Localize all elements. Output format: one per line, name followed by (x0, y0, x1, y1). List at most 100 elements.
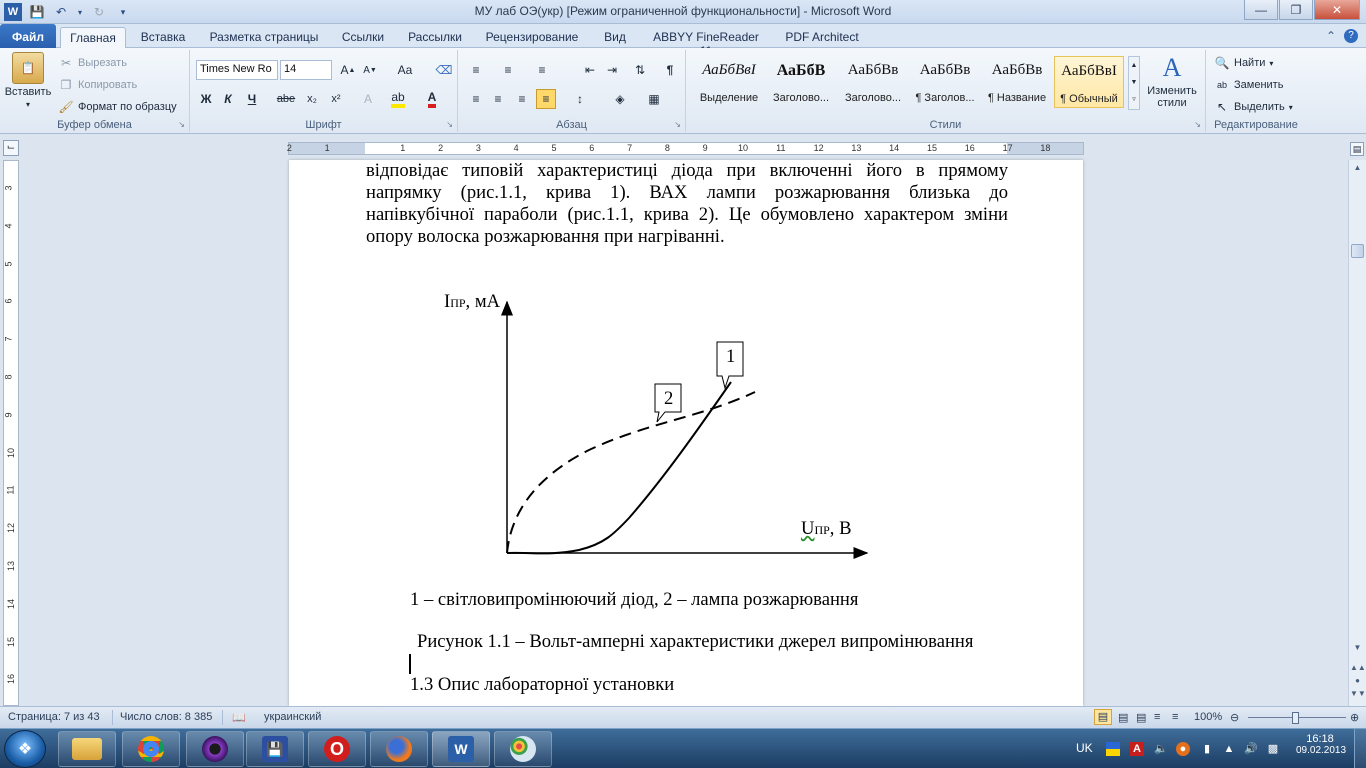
web-layout-icon[interactable]: ▤ (1136, 711, 1146, 724)
show-desktop-button[interactable] (1354, 729, 1366, 768)
word-count[interactable]: Число слов: 8 385 (120, 711, 212, 723)
help-icon[interactable]: ? (1344, 29, 1358, 43)
tab-references[interactable]: Ссылки (334, 27, 392, 48)
vertical-scrollbar[interactable]: ▲ ▼ ▲▲ ● ▼▼ (1348, 160, 1366, 706)
align-left-icon[interactable]: ≡ (466, 89, 486, 109)
cut-button[interactable]: ✂ Вырезать (58, 55, 127, 71)
find-button[interactable]: 🔍 Найти ▾ (1214, 55, 1274, 71)
underline-button[interactable]: Ч (242, 89, 262, 109)
start-button-icon[interactable]: ❖ (4, 730, 46, 768)
wifi-icon[interactable]: ▩ (1266, 742, 1280, 756)
tab-view[interactable]: Вид (596, 27, 634, 48)
speaker-icon[interactable]: 🔊 (1244, 742, 1258, 756)
page-count[interactable]: Страница: 7 из 43 (8, 711, 100, 723)
subscript-button[interactable]: x₂ (302, 89, 322, 109)
align-center-icon[interactable]: ≡ (488, 89, 508, 109)
scroll-down-icon[interactable]: ▼ (1350, 640, 1365, 656)
show-formatting-marks-icon[interactable]: ¶ (660, 60, 680, 80)
signal-icon[interactable]: ▲ (1222, 742, 1236, 756)
shrink-font-icon[interactable]: A ▼ (360, 60, 380, 80)
language-indicator[interactable]: UK (1076, 741, 1093, 755)
shading-icon[interactable]: ◈ (610, 89, 630, 109)
decrease-indent-icon[interactable]: ⇤ (580, 60, 600, 80)
print-layout-icon[interactable]: ▤ (1094, 709, 1112, 725)
battery-icon[interactable]: ▮ (1200, 742, 1214, 756)
scroll-thumb[interactable] (1351, 244, 1364, 258)
tab-review[interactable]: Рецензирование (480, 27, 584, 48)
horizontal-ruler[interactable]: 2 1 1 2 3 4 5 6 7 8 9 10 11 12 13 14 15 16 17 18 (287, 142, 1084, 155)
style-heading-2[interactable]: АаБбВв Заголово... (838, 56, 908, 108)
replace-button[interactable]: ab Заменить (1214, 77, 1283, 93)
minimize-ribbon-icon[interactable]: ⌃ (1326, 29, 1336, 43)
format-painter-button[interactable]: 🖌 Формат по образцу (58, 99, 176, 115)
style-heading-1[interactable]: АаБбВ Заголово... (766, 56, 836, 108)
styles-scroll[interactable]: ▲ ▼ ▿ (1128, 56, 1140, 110)
zoom-out-icon[interactable]: ⊖ (1230, 711, 1239, 724)
style-normal[interactable]: АаБбВвІ ¶ Обычный (1054, 56, 1124, 108)
font-launcher-icon[interactable]: ↘ (446, 120, 453, 129)
font-name-input[interactable]: Times New Ro (196, 60, 278, 80)
style-title[interactable]: АаБбВв ¶ Название (982, 56, 1052, 108)
save-app-taskbar-button[interactable]: 💾 (246, 731, 304, 767)
next-page-icon[interactable]: ▼▼ (1350, 686, 1366, 702)
scroll-up-icon[interactable]: ▲ (1350, 160, 1365, 176)
styles-launcher-icon[interactable]: ↘ (1194, 120, 1201, 129)
zoom-slider-thumb[interactable] (1292, 712, 1299, 724)
view-ruler-icon[interactable]: ▤ (1350, 142, 1364, 156)
tab-selector-icon[interactable]: ⌙ (3, 140, 19, 156)
volume-icon[interactable]: 🔈 (1154, 742, 1168, 756)
align-right-icon[interactable]: ≡ (512, 89, 532, 109)
grow-font-icon[interactable]: A ▲ (338, 60, 358, 80)
paste-button[interactable]: 📋 Вставить ▾ (5, 52, 51, 109)
line-spacing-icon[interactable]: ↕ (570, 89, 590, 109)
full-screen-reading-icon[interactable]: ▤ (1118, 711, 1128, 724)
superscript-button[interactable]: x² (326, 89, 346, 109)
change-styles-button[interactable]: A Изменить стили (1144, 52, 1200, 109)
select-button[interactable]: ↖ Выделить ▾ (1214, 99, 1293, 115)
adobe-icon[interactable]: A (1130, 742, 1144, 756)
multilevel-list-icon[interactable]: ≡ (532, 60, 552, 80)
bullets-icon[interactable]: ≡ (466, 60, 486, 80)
borders-icon[interactable]: ▦ (644, 89, 664, 109)
minimize-icon[interactable]: — (1244, 0, 1278, 20)
increase-indent-icon[interactable]: ⇥ (602, 60, 622, 80)
media-player-taskbar-button[interactable] (186, 731, 244, 767)
restore-icon[interactable]: ❐ (1279, 0, 1313, 20)
tab-home[interactable]: Главная (60, 27, 126, 48)
language[interactable]: украинский (264, 711, 321, 723)
app-tray-icon[interactable]: ● (1176, 742, 1190, 756)
highlight-icon[interactable]: ab (388, 89, 408, 109)
clipboard-launcher-icon[interactable]: ↘ (178, 120, 185, 129)
bold-button[interactable]: Ж (196, 89, 216, 109)
draft-icon[interactable]: ≡ (1172, 711, 1178, 723)
style-heading-3[interactable]: АаБбВв ¶ Заголов... (910, 56, 980, 108)
explorer-taskbar-button[interactable] (58, 731, 116, 767)
chrome-taskbar-button[interactable] (122, 731, 180, 767)
outline-icon[interactable]: ≡ (1154, 711, 1160, 723)
paragraph-launcher-icon[interactable]: ↘ (674, 120, 681, 129)
font-size-input[interactable]: 14 (280, 60, 332, 80)
ukraine-flag-icon[interactable] (1106, 742, 1120, 756)
change-case-button[interactable]: Aa (392, 60, 418, 80)
close-icon[interactable]: ✕ (1314, 0, 1360, 20)
tab-pdf-architect[interactable]: PDF Architect (780, 27, 864, 48)
vertical-ruler[interactable]: 3 4 5 6 7 8 9 10 11 12 13 14 15 16 (3, 160, 19, 706)
tab-mailings[interactable]: Рассылки (400, 27, 470, 48)
tab-page-layout[interactable]: Разметка страницы (204, 27, 324, 48)
clock[interactable]: 16:18 09.02.2013 (1296, 733, 1346, 756)
document-page[interactable]: відповідає типовій характеристиці діода … (289, 160, 1083, 706)
strikethrough-button[interactable]: abe (276, 89, 296, 109)
tab-abbyy[interactable]: ABBYY FineReader 11 (646, 27, 766, 58)
justify-icon[interactable]: ≡ (536, 89, 556, 109)
tab-insert[interactable]: Вставка (134, 27, 192, 48)
zoom-level[interactable]: 100% (1194, 711, 1222, 723)
sort-icon[interactable]: ⇅ (630, 60, 650, 80)
copy-button[interactable]: ❐ Копировать (58, 77, 138, 93)
numbering-icon[interactable]: ≡ (498, 60, 518, 80)
firefox-taskbar-button[interactable] (370, 731, 428, 767)
word-taskbar-button[interactable]: W (432, 731, 490, 767)
style-emphasis[interactable]: АаБбВвІ Выделение (694, 56, 764, 108)
text-effects-icon[interactable]: A (358, 89, 378, 109)
opera-taskbar-button[interactable]: O (308, 731, 366, 767)
paint-taskbar-button[interactable] (494, 731, 552, 767)
